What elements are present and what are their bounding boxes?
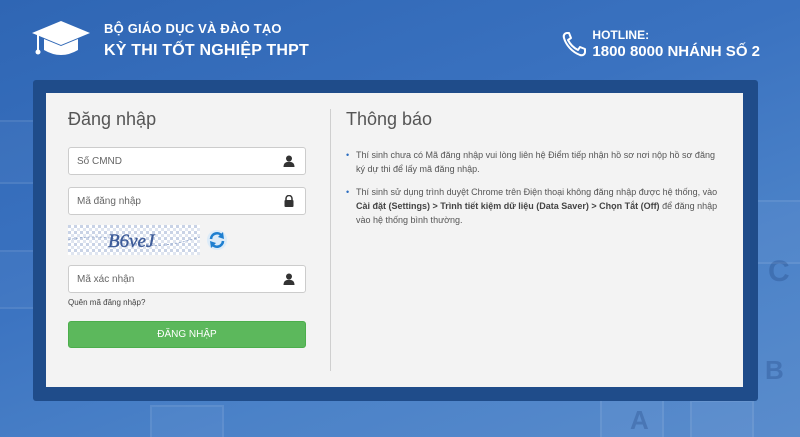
login-title: Đăng nhập — [68, 109, 157, 129]
forgot-code-link[interactable]: Quên mã đăng nhập? — [68, 298, 145, 307]
captcha-input[interactable] — [69, 266, 277, 292]
hotline-number: 1800 8000 NHÁNH SỐ 2 — [592, 43, 760, 60]
notice-text-2-prefix: Thí sinh sử dụng trình duyệt Chrome trên… — [356, 187, 718, 197]
hotline: HOTLINE: 1800 8000 NHÁNH SỐ 2 — [563, 28, 760, 60]
id-number-input[interactable] — [69, 148, 277, 174]
notice-item: • Thí sinh sử dụng trình duyệt Chrome tr… — [346, 185, 726, 227]
org-name: BỘ GIÁO DỤC VÀ ĐÀO TẠO — [104, 21, 282, 36]
user-icon — [283, 155, 295, 167]
notice-text-1: Thí sinh chưa có Mã đăng nhập vui lòng l… — [356, 150, 715, 174]
notice-section: Thông báo • Thí sinh chưa có Mã đăng nhậ… — [346, 109, 726, 236]
id-number-field — [68, 147, 306, 175]
login-panel: Đăng nhập Số CMND B6veJ Mã xác nhận Quên… — [46, 93, 743, 387]
login-code-field — [68, 187, 306, 215]
captcha-text: B6veJ — [108, 231, 156, 252]
lock-icon — [284, 195, 294, 207]
bullet-icon: • — [346, 150, 350, 160]
notice-list: • Thí sinh chưa có Mã đăng nhập vui lòng… — [346, 148, 726, 227]
user-icon — [283, 273, 295, 285]
login-code-input[interactable] — [69, 188, 277, 214]
notice-item: • Thí sinh chưa có Mã đăng nhập vui lòng… — [346, 148, 726, 176]
hotline-label: HOTLINE: — [592, 28, 650, 42]
exam-name: KỲ THI TỐT NGHIỆP THPT — [104, 42, 310, 59]
captcha-field — [68, 265, 306, 293]
bullet-icon: • — [346, 187, 350, 197]
login-button[interactable]: ĐĂNG NHẬP — [68, 321, 306, 348]
captcha-image: B6veJ — [68, 225, 200, 255]
graduation-cap-icon — [32, 21, 90, 55]
notice-title: Thông báo — [346, 109, 433, 129]
phone-icon — [563, 32, 587, 57]
organization-title: BỘ GIÁO DỤC VÀ ĐÀO TẠO KỲ THI TỐT NGHIỆP… — [104, 21, 309, 60]
login-form: Đăng nhập Số CMND B6veJ Mã xác nhận Quên… — [68, 109, 308, 348]
panel-divider — [330, 109, 331, 371]
notice-text-2-settings-path: Cài đặt (Settings) > Trình tiết kiệm dữ … — [356, 201, 660, 211]
refresh-icon[interactable] — [206, 229, 228, 251]
